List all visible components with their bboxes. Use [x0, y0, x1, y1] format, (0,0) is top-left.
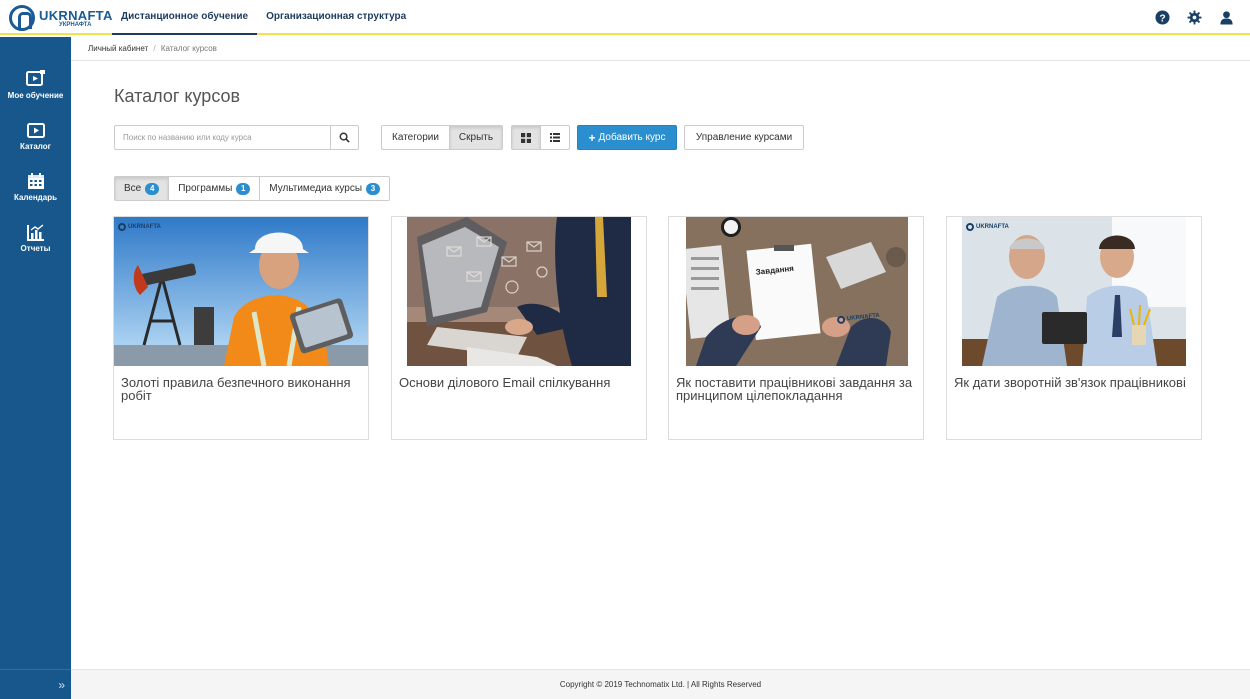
sidebar-item-label: Календарь [13, 193, 58, 202]
course-title[interactable]: Основи ділового Email спілкування [399, 376, 640, 389]
plus-icon: + [588, 130, 596, 145]
logo-name: UKRNAFTA [39, 7, 113, 23]
laptop-email-photo [407, 217, 631, 366]
logo-mark-icon [9, 5, 35, 31]
my-learning-icon [26, 70, 45, 86]
thumbnail-brand-label: UKRNAFTA [118, 223, 161, 231]
sidebar-item-label: Отчеты [20, 244, 51, 253]
breadcrumb-parent[interactable]: Личный кабинет [88, 44, 148, 53]
search-input[interactable] [115, 126, 331, 149]
gear-icon[interactable] [1186, 9, 1202, 25]
sidebar-item-my-learning[interactable]: Мое обучение [0, 70, 71, 100]
course-card[interactable]: Завдання UKRNAFTA Як поставити працівник… [668, 216, 924, 440]
user-icon[interactable] [1218, 9, 1234, 25]
oil-worker-with-tablet-photo: UKRNAFTA [114, 217, 368, 366]
top-nav: Дистанционное обучение Организационная с… [112, 0, 415, 35]
course-card[interactable]: UKRNAFTA Золоті правила безпечного викон… [113, 216, 369, 440]
add-course-button[interactable]: + Добавить курс [577, 125, 677, 150]
top-bar: UKRNAFTA УКРНАФТА Дистанционное обучение… [0, 0, 1250, 35]
footer-copyright: Copyright © 2019 Technomatix Ltd. | All … [71, 669, 1250, 699]
grid-view-button[interactable] [511, 125, 541, 150]
calendar-icon [27, 173, 44, 189]
count-badge: 4 [145, 182, 160, 195]
categories-button[interactable]: Категории [381, 125, 450, 150]
catalog-icon [26, 123, 45, 138]
count-badge: 3 [366, 182, 381, 195]
list-view-icon [550, 133, 560, 142]
sidebar: Мое обучение Каталог Календарь Отчеты » [0, 37, 71, 699]
list-view-button[interactable] [540, 125, 570, 150]
filter-multimedia[interactable]: Мультимедиа курсы 3 [259, 176, 391, 201]
top-icons: ? [1154, 9, 1234, 25]
search-icon [339, 132, 350, 143]
nav-distance-learning[interactable]: Дистанционное обучение [112, 0, 258, 35]
sidebar-item-reports[interactable]: Отчеты [0, 224, 71, 253]
filter-all[interactable]: Все 4 [114, 176, 170, 201]
add-course-label: Добавить курс [598, 132, 666, 143]
page-title: Каталог курсов [114, 86, 241, 106]
help-icon[interactable]: ? [1154, 9, 1170, 25]
grid-view-icon [521, 132, 531, 143]
sidebar-item-calendar[interactable]: Календарь [0, 173, 71, 202]
breadcrumb-separator: / [153, 44, 156, 53]
reports-icon [26, 224, 44, 241]
breadcrumb-current: Каталог курсов [160, 44, 217, 53]
course-title[interactable]: Як дати зворотній зв'язок працівникові [954, 376, 1195, 389]
nav-org-structure[interactable]: Организационная структура [257, 0, 415, 35]
task-document-desk-photo: Завдання UKRNAFTA [686, 217, 908, 366]
svg-text:?: ? [1159, 13, 1165, 24]
course-filter-tabs: Все 4 Программы 1 Мультимедиа курсы 3 [114, 176, 391, 201]
company-logo[interactable]: UKRNAFTA УКРНАФТА [9, 5, 113, 31]
sidebar-collapse-toggle[interactable]: » [0, 669, 71, 699]
sidebar-item-label: Каталог [20, 142, 51, 151]
course-card[interactable]: UKRNAFTA Як дати зворотній зв'язок праці… [946, 216, 1202, 440]
course-title[interactable]: Золоті правила безпечного виконання робі… [121, 376, 362, 402]
course-title[interactable]: Як поставити працівникові завдання за пр… [676, 376, 917, 402]
two-men-meeting-photo: UKRNAFTA [962, 217, 1186, 366]
filter-label: Программы [178, 183, 233, 194]
search-button[interactable] [330, 126, 358, 149]
sidebar-item-catalog[interactable]: Каталог [0, 123, 71, 151]
filter-label: Мультимедиа курсы [269, 183, 363, 194]
sidebar-item-label: Мое обучение [7, 91, 64, 100]
search-box [114, 125, 359, 150]
count-badge: 1 [236, 182, 251, 195]
filter-programs[interactable]: Программы 1 [168, 176, 261, 201]
hide-button[interactable]: Скрыть [449, 125, 503, 150]
thumbnail-brand-label: UKRNAFTA [966, 223, 1009, 231]
filter-label: Все [124, 183, 142, 194]
manage-courses-button[interactable]: Управление курсами [684, 125, 804, 150]
course-card[interactable]: Основи ділового Email спілкування [391, 216, 647, 440]
breadcrumb: Личный кабинет / Каталог курсов [71, 37, 1250, 61]
